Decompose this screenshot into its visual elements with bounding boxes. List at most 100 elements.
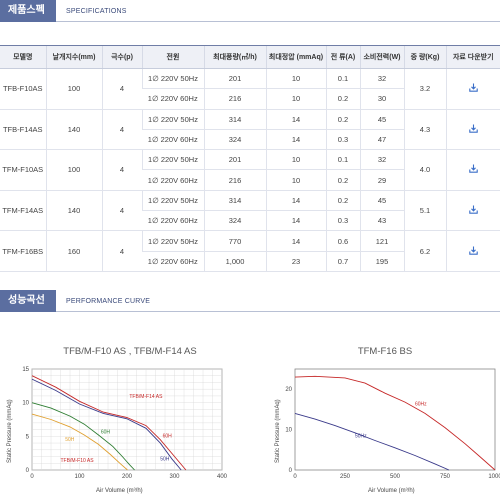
annotation-label: TFB/M-F14 AS	[129, 394, 163, 400]
power-consumption: 45	[359, 190, 404, 212]
current: 0.7	[325, 251, 360, 272]
poles: 4	[101, 230, 142, 272]
power-consumption: 30	[359, 88, 404, 110]
x-tick-label: 500	[390, 474, 401, 480]
y-tick-label: 0	[289, 468, 293, 474]
x-tick-label: 0	[30, 474, 34, 480]
power-consumption: 195	[359, 251, 404, 272]
curve-section-header: 성능곡선 PERFORMANCE CURVE	[0, 290, 500, 312]
model-name: TFB-F14AS	[0, 109, 46, 151]
annotation-label: 50H	[65, 437, 75, 443]
col-header-poles: 극수(p)	[101, 45, 142, 69]
weight: 4.3	[403, 109, 446, 151]
download-icon[interactable]	[469, 83, 478, 93]
blade-size: 100	[45, 68, 102, 110]
col-header-download: 자료 다운받기	[445, 45, 500, 69]
max-flow: 201	[203, 68, 266, 90]
annotation-label: TFB/M-F10 AS	[61, 458, 95, 464]
power-supply: 1∅ 220V 60Hz	[142, 169, 204, 191]
chart1-title: TFB/M-F10 AS , TFB/M-F14 AS	[63, 346, 197, 357]
power-supply: 1∅ 220V 50Hz	[141, 109, 204, 130]
table-row: TFM-F16BS 160 4 1∅ 220V 50Hz 770 14 0.6 121 6.2	[0, 230, 500, 272]
y-tick-label: 15	[22, 367, 29, 373]
power-consumption: 29	[359, 169, 404, 191]
max-pressure: 14	[265, 210, 326, 232]
x-tick-label: 400	[217, 474, 228, 480]
download-icon[interactable]	[469, 124, 478, 133]
current: 0.2	[325, 88, 360, 110]
blade-size: 140	[45, 109, 102, 151]
chart2-plot: 0 250 500 750 1000 0 10 20 60Hz 50Hz	[285, 368, 500, 480]
power-consumption: 32	[359, 68, 404, 90]
blade-size: 160	[45, 230, 102, 272]
poles: 4	[101, 109, 142, 151]
power-supply: 1∅ 220V 50Hz	[141, 190, 204, 212]
model-name: TFM-F16BS	[0, 230, 46, 272]
power-consumption: 121	[359, 230, 404, 252]
model-name: TFM-F14AS	[0, 190, 46, 232]
y-tick-label: 0	[26, 468, 30, 474]
weight: 5.1	[403, 190, 446, 232]
col-header-flow: 최대풍량(㎥/h)	[203, 45, 266, 69]
table-row: TFB-F14AS 140 4 1∅ 220V 50Hz 314 14 0.2 45 4.3	[0, 109, 500, 151]
x-tick-label: 750	[440, 474, 451, 480]
power-supply: 1∅ 220V 50Hz	[141, 68, 204, 90]
model-name: TFB-F10AS	[0, 68, 46, 110]
power-consumption: 32	[359, 149, 404, 171]
annotation-label: 60Hz	[415, 401, 427, 407]
annotation-label: 50Hz	[355, 434, 367, 440]
blade-size: 140	[45, 190, 102, 232]
download-icon[interactable]	[469, 246, 478, 255]
poles: 4	[101, 68, 142, 110]
specs-title-kr: 제품스펙	[0, 0, 56, 22]
download-cell	[445, 149, 500, 191]
max-flow: 314	[203, 109, 266, 130]
max-flow: 324	[203, 210, 266, 232]
col-header-current: 전 류(A)	[325, 45, 360, 69]
specs-header-rule	[56, 21, 500, 22]
current: 0.3	[325, 129, 360, 151]
y-tick-label: 10	[285, 428, 292, 434]
y-tick-label: 20	[285, 387, 292, 393]
power-supply: 1∅ 220V 60Hz	[142, 251, 204, 272]
current: 0.2	[325, 169, 360, 191]
current: 0.1	[325, 68, 360, 90]
spec-table-header-row: 모델명 날개지수(mm) 극수(p) 전원 최대풍량(㎥/h) 최대정압 (mm…	[0, 45, 500, 69]
x-tick-label: 0	[293, 474, 297, 480]
table-row: TFB-F10AS 100 4 1∅ 220V 50Hz 201 10 0.1 32 3.2	[0, 68, 500, 110]
weight: 4.0	[403, 149, 446, 191]
series-line-0	[294, 375, 496, 471]
max-flow: 1,000	[203, 251, 266, 272]
power-supply: 1∅ 220V 60Hz	[142, 129, 204, 151]
col-header-power: 전원	[141, 45, 204, 69]
col-header-model: 모델명	[0, 45, 46, 69]
download-cell	[445, 230, 500, 272]
col-header-pressure: 최대정압 (mmAq)	[265, 45, 326, 69]
max-flow: 314	[203, 190, 266, 212]
plot-frame	[294, 368, 496, 471]
curve-header-rule	[56, 311, 500, 312]
download-icon[interactable]	[469, 164, 478, 174]
poles: 4	[101, 149, 142, 191]
current: 0.6	[325, 230, 360, 252]
x-tick-label: 100	[74, 474, 85, 480]
max-pressure: 10	[265, 169, 326, 191]
x-tick-label: 1000	[488, 474, 500, 480]
max-pressure: 10	[265, 88, 326, 110]
blade-size: 100	[45, 149, 102, 191]
download-icon[interactable]	[469, 205, 478, 214]
current: 0.2	[325, 190, 360, 212]
power-consumption: 47	[359, 129, 404, 151]
table-row: TFM-F14AS 140 4 1∅ 220V 50Hz 314 14 0.2 45 5.1	[0, 190, 500, 232]
power-supply: 1∅ 220V 60Hz	[142, 88, 204, 110]
weight: 3.2	[403, 68, 446, 110]
curve-title-en: PERFORMANCE CURVE	[66, 297, 151, 305]
specs-title-en: SPECIFICATIONS	[66, 7, 127, 15]
max-pressure: 14	[265, 109, 326, 130]
power-consumption: 45	[359, 109, 404, 130]
x-tick-label: 300	[169, 474, 180, 480]
max-pressure: 14	[265, 129, 326, 151]
poles: 4	[101, 190, 142, 232]
x-tick-label: 250	[340, 474, 351, 480]
max-pressure: 14	[265, 230, 326, 252]
